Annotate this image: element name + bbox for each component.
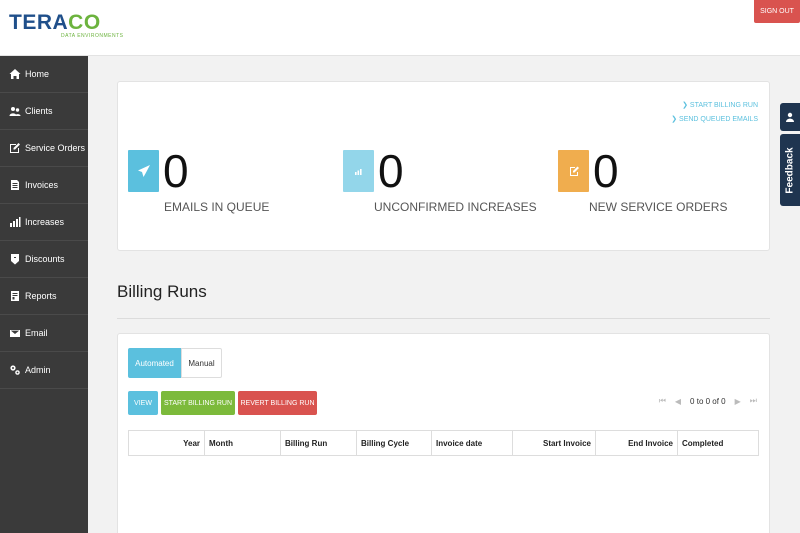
users-icon xyxy=(9,105,21,117)
column-header-end-invoice[interactable]: End Invoice xyxy=(596,431,678,455)
sidebar-item-label: Admin xyxy=(25,365,51,375)
column-header-month[interactable]: Month xyxy=(205,431,281,455)
sidebar-item-label: Increases xyxy=(25,217,65,227)
sidebar-item-label: Discounts xyxy=(25,254,65,264)
column-header-billing-run[interactable]: Billing Run xyxy=(281,431,357,455)
bar-chart-icon xyxy=(9,216,21,228)
sidebar-item-admin[interactable]: Admin xyxy=(0,352,88,389)
home-icon xyxy=(9,68,21,80)
stat-value: 0 xyxy=(378,145,404,197)
sign-out-button[interactable]: SIGN OUT xyxy=(754,0,800,23)
sidebar-item-service-orders[interactable]: Service Orders xyxy=(0,130,88,167)
document-icon xyxy=(9,179,21,191)
logo-prefix: TERA xyxy=(9,11,69,34)
stat-new-service-orders: 0 NEW SERVICE ORDERS xyxy=(558,145,727,214)
report-icon xyxy=(9,290,21,302)
sidebar-item-home[interactable]: Home xyxy=(0,56,88,93)
first-page-icon[interactable]: ⏮ xyxy=(659,396,666,406)
billing-actions: VIEW START BILLING RUN REVERT BILLING RU… xyxy=(128,391,317,415)
billing-type-tabs: Automated Manual xyxy=(128,348,222,378)
cogs-icon xyxy=(9,364,21,376)
envelope-icon xyxy=(9,327,21,339)
revert-billing-run-button[interactable]: REVERT BILLING RUN xyxy=(238,391,317,415)
sidebar-item-label: Home xyxy=(25,69,50,79)
quick-links: ❯ START BILLING RUN ❯ SEND QUEUED EMAILS xyxy=(671,99,758,127)
edit-icon xyxy=(558,150,589,192)
pager-status: 0 to 0 of 0 xyxy=(690,396,726,406)
tag-icon xyxy=(9,253,21,265)
top-header: TERACO DATA ENVIRONMENTS SIGN OUT xyxy=(0,0,800,56)
next-page-icon[interactable]: ▶ xyxy=(735,397,741,406)
paper-plane-icon xyxy=(128,150,159,192)
tab-manual[interactable]: Manual xyxy=(181,348,222,378)
feedback-label: Feedback xyxy=(784,146,796,194)
column-header-completed[interactable]: Completed xyxy=(678,431,758,455)
column-header-billing-cycle[interactable]: Billing Cycle xyxy=(357,431,432,455)
sidebar-item-label: Clients xyxy=(25,106,53,116)
logo-suffix: CO xyxy=(68,11,101,34)
user-profile-tab[interactable] xyxy=(780,103,800,131)
pagination: ⏮ ◀ 0 to 0 of 0 ▶ ⏭ xyxy=(659,396,757,406)
user-icon xyxy=(786,112,794,122)
stat-label: EMAILS IN QUEUE xyxy=(164,200,270,214)
feedback-tab[interactable]: Feedback xyxy=(780,134,800,206)
logo-wordmark: TERACO xyxy=(9,12,124,34)
sidebar-item-label: Reports xyxy=(25,291,57,301)
column-header-year[interactable]: Year xyxy=(129,431,205,455)
stat-unconfirmed-increases: 0 UNCONFIRMED INCREASES xyxy=(343,145,537,214)
start-billing-run-link[interactable]: ❯ START BILLING RUN xyxy=(671,99,758,113)
stats-panel: ❯ START BILLING RUN ❯ SEND QUEUED EMAILS… xyxy=(117,81,770,251)
billing-runs-panel: Automated Manual VIEW START BILLING RUN … xyxy=(117,333,770,533)
teraco-logo[interactable]: TERACO DATA ENVIRONMENTS xyxy=(9,12,124,40)
stat-value: 0 xyxy=(163,145,189,197)
last-page-icon[interactable]: ⏭ xyxy=(750,396,757,406)
sidebar-item-label: Email xyxy=(25,328,48,338)
sidebar-item-label: Service Orders xyxy=(25,143,86,153)
sidebar-item-invoices[interactable]: Invoices xyxy=(0,167,88,204)
billing-runs-table-header: Year Month Billing Run Billing Cycle Inv… xyxy=(128,430,759,456)
edit-icon xyxy=(9,142,21,154)
bar-chart-icon xyxy=(343,150,374,192)
stat-emails-in-queue: 0 EMAILS IN QUEUE xyxy=(128,145,269,214)
sidebar-item-reports[interactable]: Reports xyxy=(0,278,88,315)
sidebar-item-increases[interactable]: Increases xyxy=(0,204,88,241)
prev-page-icon[interactable]: ◀ xyxy=(675,397,681,406)
view-button[interactable]: VIEW xyxy=(128,391,158,415)
sidebar-item-clients[interactable]: Clients xyxy=(0,93,88,130)
column-header-start-invoice[interactable]: Start Invoice xyxy=(513,431,596,455)
sidebar-nav: Home Clients Service Orders Invoices Inc… xyxy=(0,56,88,533)
section-divider xyxy=(117,318,770,319)
logo-tagline: DATA ENVIRONMENTS xyxy=(61,33,124,39)
stat-value: 0 xyxy=(593,145,619,197)
sidebar-item-email[interactable]: Email xyxy=(0,315,88,352)
stat-label: UNCONFIRMED INCREASES xyxy=(374,200,537,214)
stat-label: NEW SERVICE ORDERS xyxy=(589,200,728,214)
sidebar-item-label: Invoices xyxy=(25,180,59,190)
tab-automated[interactable]: Automated xyxy=(128,348,181,378)
link-label: START BILLING RUN xyxy=(689,102,758,109)
billing-runs-title: Billing Runs xyxy=(117,282,207,301)
start-billing-run-button[interactable]: START BILLING RUN xyxy=(161,391,235,415)
column-header-invoice-date[interactable]: Invoice date xyxy=(432,431,513,455)
send-queued-emails-link[interactable]: ❯ SEND QUEUED EMAILS xyxy=(671,113,758,127)
link-label: SEND QUEUED EMAILS xyxy=(679,116,758,123)
sidebar-item-discounts[interactable]: Discounts xyxy=(0,241,88,278)
